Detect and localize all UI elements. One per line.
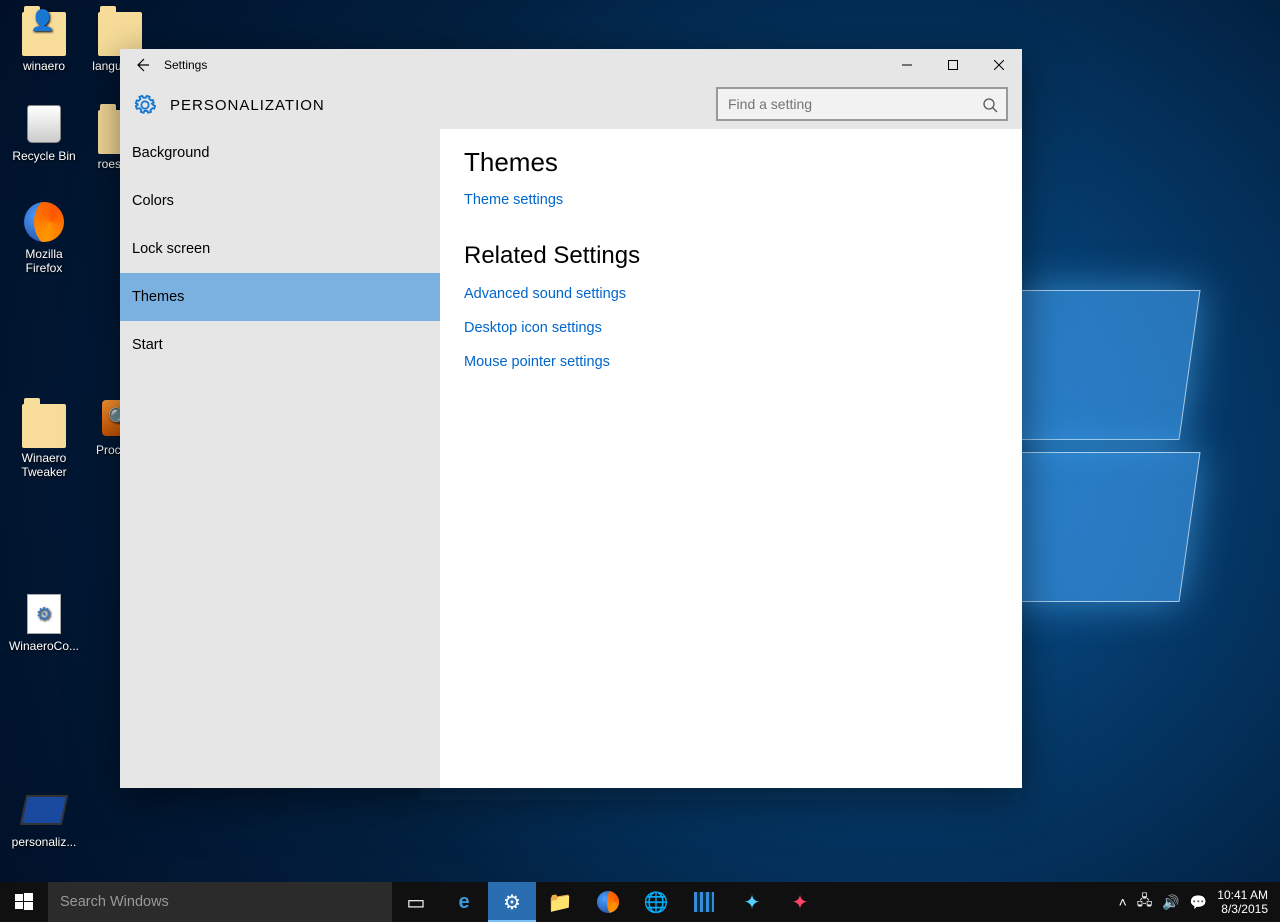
link-theme-settings[interactable]: Theme settings (464, 192, 998, 208)
taskbar-app-other[interactable]: ✦ (776, 882, 824, 922)
sidebar-item-start[interactable]: Start (120, 321, 440, 369)
taskbar-app-chrome[interactable]: 🌐 (632, 882, 680, 922)
desktop-icon-firefox[interactable]: Mozilla Firefox (6, 200, 82, 275)
folder-icon: 📁 (548, 890, 573, 915)
link-advanced-sound-settings[interactable]: Advanced sound settings (464, 286, 998, 302)
desktop-icon-label: winaero (23, 59, 65, 73)
taskbar-app-procmon[interactable]: ✦ (728, 882, 776, 922)
window-title: Settings (164, 58, 207, 72)
tray-time: 10:41 AM (1217, 888, 1268, 902)
content-heading-related: Related Settings (464, 242, 998, 270)
gear-icon: ⚙ (503, 890, 521, 915)
config-file-icon: ⚙ (27, 594, 61, 634)
close-button[interactable] (976, 49, 1022, 81)
section-title: PERSONALIZATION (170, 97, 325, 114)
firefox-icon (597, 891, 619, 913)
taskbar-search[interactable]: Search Windows (48, 882, 392, 922)
taskbar-search-placeholder: Search Windows (60, 894, 169, 910)
desktop-icon-recycle-bin[interactable]: Recycle Bin (6, 102, 82, 163)
settings-window: Settings PERSONALIZATION Background Colo… (120, 49, 1022, 788)
content-heading-themes: Themes (464, 147, 998, 178)
desktop-icon-personaliz[interactable]: personaliz... (6, 788, 82, 849)
tray-action-center-icon[interactable]: 💬 (1190, 894, 1207, 911)
taskbar: Search Windows ▭ e ⚙ 📁 🌐 ✦ ✦ ˄ 🖧 🔊 💬 10:… (0, 882, 1280, 922)
taskbar-app-settings[interactable]: ⚙ (488, 882, 536, 922)
search-input[interactable] (728, 96, 976, 112)
settings-search[interactable] (716, 87, 1008, 121)
maximize-icon (948, 60, 958, 70)
chrome-icon: 🌐 (644, 890, 669, 915)
close-icon (994, 60, 1004, 70)
taskbar-app-firefox[interactable] (584, 882, 632, 922)
settings-body: Background Colors Lock screen Themes Sta… (120, 129, 1022, 788)
sidebar-item-colors[interactable]: Colors (120, 177, 440, 225)
minimize-button[interactable] (884, 49, 930, 81)
sidebar-item-background[interactable]: Background (120, 129, 440, 177)
task-view-button[interactable]: ▭ (392, 882, 440, 922)
tray-network-icon[interactable]: 🖧 (1137, 890, 1153, 914)
desktop-icon-label: Mozilla Firefox (25, 247, 62, 275)
windows-logo-icon (15, 893, 33, 911)
sidebar-item-lock-screen[interactable]: Lock screen (120, 225, 440, 273)
arrow-left-icon (134, 57, 150, 73)
taskbar-app-edge[interactable]: e (440, 882, 488, 922)
settings-content: Themes Theme settings Related Settings A… (440, 129, 1022, 788)
sidebar-item-label: Lock screen (132, 241, 210, 257)
tray-date: 8/3/2015 (1217, 902, 1268, 916)
system-tray: ˄ 🖧 🔊 💬 10:41 AM 8/3/2015 (1119, 882, 1280, 922)
start-button[interactable] (0, 882, 48, 922)
sidebar-item-label: Background (132, 145, 209, 161)
firefox-icon (24, 202, 64, 242)
folder-icon (22, 12, 66, 56)
sidebar-item-label: Themes (132, 289, 184, 305)
desktop-icon-label: Winaero Tweaker (21, 451, 66, 479)
taskbar-app-file-explorer[interactable]: 📁 (536, 882, 584, 922)
desktop-icon-label: personaliz... (12, 835, 77, 849)
link-mouse-pointer-settings[interactable]: Mouse pointer settings (464, 354, 998, 370)
taskbar-apps: ▭ e ⚙ 📁 🌐 ✦ ✦ (392, 882, 824, 922)
taskbar-app-procexp[interactable] (680, 882, 728, 922)
minimize-icon (902, 60, 912, 70)
desktop-icon-label: Recycle Bin (12, 149, 75, 163)
task-view-icon: ▭ (407, 890, 426, 915)
tray-volume-icon[interactable]: 🔊 (1162, 894, 1179, 911)
settings-sidebar: Background Colors Lock screen Themes Sta… (120, 129, 440, 788)
tray-clock[interactable]: 10:41 AM 8/3/2015 (1217, 888, 1276, 917)
sidebar-item-label: Colors (132, 193, 174, 209)
edge-icon: e (458, 891, 469, 914)
desktop-icon-label: WinaeroCo... (9, 639, 79, 653)
gear-icon (134, 94, 156, 116)
app-icon: ✦ (792, 890, 809, 915)
link-desktop-icon-settings[interactable]: Desktop icon settings (464, 320, 998, 336)
desktop-icon-winaeroco[interactable]: ⚙ WinaeroCo... (6, 592, 82, 653)
titlebar[interactable]: Settings (120, 49, 1022, 81)
search-icon (982, 97, 998, 113)
desktop-icon-winaero[interactable]: winaero (6, 4, 82, 73)
sidebar-item-themes[interactable]: Themes (120, 273, 440, 321)
recycle-bin-icon (27, 105, 61, 143)
settings-header: PERSONALIZATION (120, 81, 1022, 129)
sidebar-item-label: Start (132, 337, 163, 353)
maximize-button[interactable] (930, 49, 976, 81)
window-controls (884, 49, 1022, 81)
folder-icon (22, 404, 66, 448)
back-button[interactable] (120, 49, 164, 81)
monitor-icon (20, 795, 68, 825)
procmon-icon: ✦ (744, 890, 761, 915)
tray-show-hidden-icon[interactable]: ˄ (1119, 894, 1127, 910)
procexp-icon (694, 892, 714, 912)
desktop-icon-winaero-tweaker[interactable]: Winaero Tweaker (6, 396, 82, 479)
